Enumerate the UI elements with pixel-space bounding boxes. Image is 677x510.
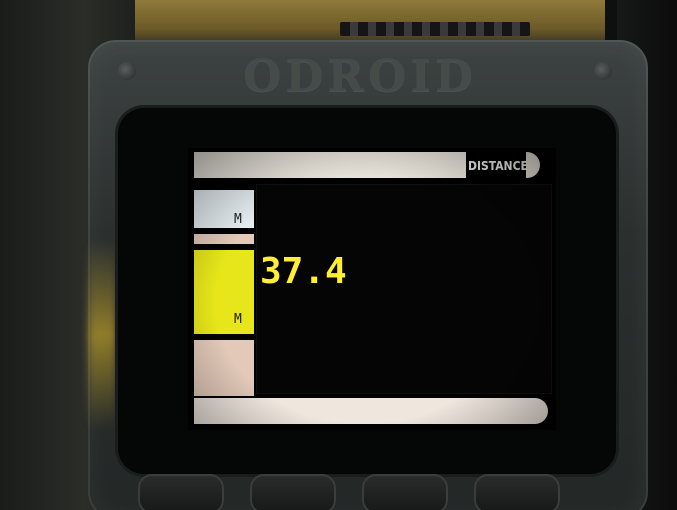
- hardware-buttons: [118, 468, 638, 510]
- bottom-bar: [194, 398, 548, 424]
- distance-reading: 37.4: [260, 251, 347, 292]
- unit-box-2-highlighted: [194, 250, 254, 334]
- lcd-screen: DISTANCE M M 37.4: [188, 148, 556, 430]
- top-bar-cap: [526, 152, 540, 178]
- pin-header: [340, 22, 530, 36]
- unit-label-2: M: [234, 312, 242, 327]
- lower-left-block: [194, 340, 254, 396]
- divider-strip: [194, 234, 254, 244]
- case-light-reflection: [88, 240, 116, 430]
- screw-top-left: [118, 62, 136, 80]
- hardware-button-3[interactable]: [362, 474, 448, 510]
- hardware-button-2[interactable]: [250, 474, 336, 510]
- distance-label: DISTANCE: [468, 159, 528, 173]
- hardware-button-1[interactable]: [138, 474, 224, 510]
- top-bar: [194, 152, 466, 178]
- photo-scene: ODROID DISTANCE M M 37.4: [0, 0, 677, 510]
- odroid-logo: ODROID: [242, 51, 478, 102]
- unit-label-1: M: [234, 212, 242, 227]
- unit-box-1: [194, 190, 254, 228]
- screw-top-right: [594, 62, 612, 80]
- hardware-button-4[interactable]: [474, 474, 560, 510]
